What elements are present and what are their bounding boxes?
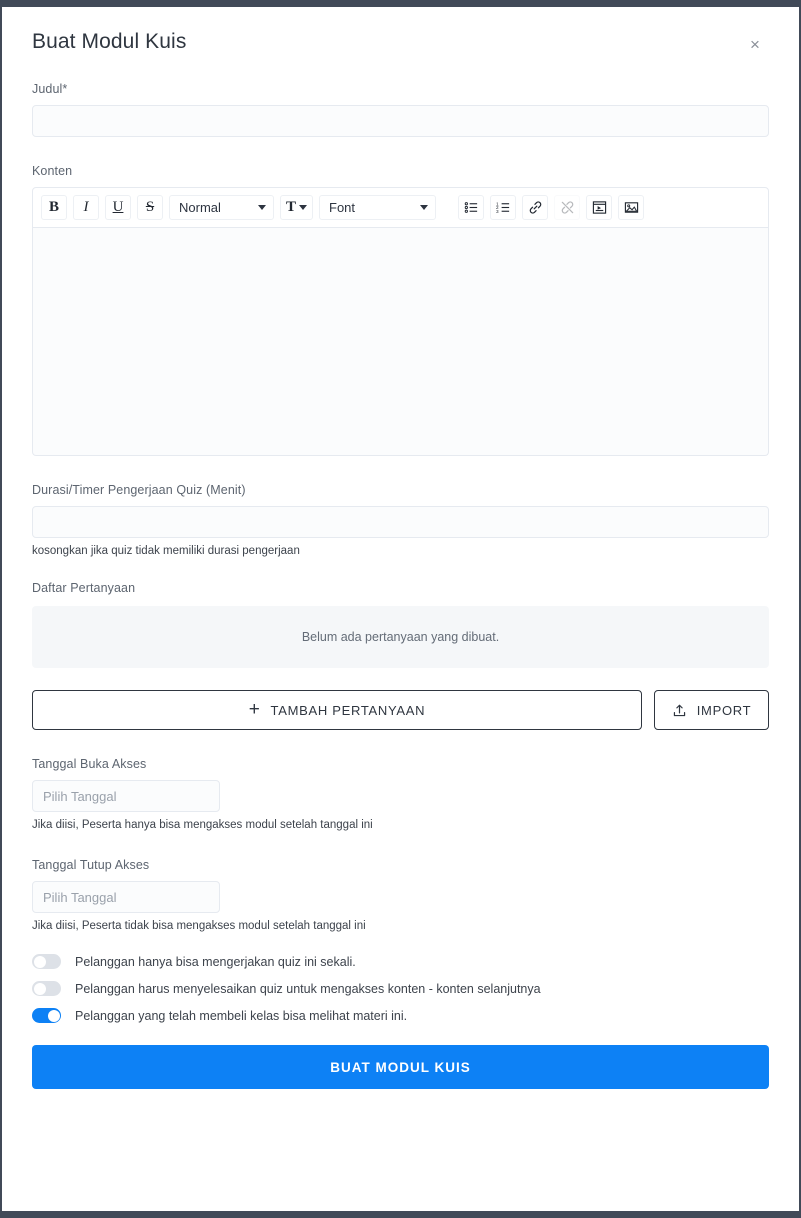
tanggal-tutup-label: Tanggal Tutup Akses bbox=[32, 858, 150, 872]
font-select-value: Font bbox=[329, 200, 356, 215]
tanggal-tutup-input[interactable] bbox=[32, 881, 220, 913]
modal-header: Buat Modul Kuis × bbox=[32, 7, 769, 55]
image-icon[interactable] bbox=[618, 195, 645, 220]
toggle-row: Pelanggan yang telah membeli kelas bisa … bbox=[32, 1008, 769, 1023]
add-question-label: TAMBAH PERTANYAAN bbox=[270, 702, 426, 718]
svg-text:3: 3 bbox=[496, 209, 499, 214]
import-button[interactable]: IMPORT bbox=[654, 690, 769, 730]
window-chrome-top bbox=[0, 0, 801, 7]
tanggal-buka-hint: Jika diisi, Peserta hanya bisa mengakses… bbox=[32, 819, 373, 831]
toggle-require-completion[interactable] bbox=[32, 981, 61, 996]
toggle-row: Pelanggan harus menyelesaikan quiz untuk… bbox=[32, 981, 769, 996]
durasi-input[interactable] bbox=[32, 506, 769, 538]
toggle-paid-access[interactable] bbox=[32, 1008, 61, 1023]
submit-button[interactable]: BUAT MODUL KUIS bbox=[32, 1045, 769, 1089]
toggle-quiz-once[interactable] bbox=[32, 954, 61, 969]
heading-select[interactable]: Normal bbox=[169, 195, 274, 220]
bold-button[interactable]: B bbox=[41, 195, 67, 220]
unlink-icon[interactable] bbox=[554, 195, 581, 220]
page-title: Buat Modul Kuis bbox=[32, 30, 187, 53]
add-question-button[interactable]: + TAMBAH PERTANYAAN bbox=[32, 690, 642, 730]
judul-label: Judul* bbox=[32, 82, 68, 96]
chevron-down-icon bbox=[258, 205, 266, 210]
close-icon[interactable]: × bbox=[744, 33, 766, 55]
strikethrough-button[interactable]: S bbox=[137, 195, 163, 220]
tanggal-tutup-hint: Jika diisi, Peserta tidak bisa mengakses… bbox=[32, 920, 366, 932]
font-select[interactable]: Font bbox=[319, 195, 437, 220]
toggle-paid-access-label: Pelanggan yang telah membeli kelas bisa … bbox=[75, 1008, 408, 1023]
toggle-knob bbox=[33, 955, 46, 968]
italic-button[interactable]: I bbox=[73, 195, 99, 220]
questions-empty-state: Belum ada pertanyaan yang dibuat. bbox=[32, 606, 769, 668]
settings-toggles: Pelanggan hanya bisa mengerjakan quiz in… bbox=[32, 954, 769, 1023]
durasi-hint: kosongkan jika quiz tidak memiliki duras… bbox=[32, 545, 300, 557]
window-chrome-bottom bbox=[0, 1211, 801, 1218]
tanggal-buka-label: Tanggal Buka Akses bbox=[32, 757, 147, 771]
heading-select-value: Normal bbox=[179, 200, 221, 215]
text-color-button[interactable]: T bbox=[280, 195, 314, 220]
questions-label: Daftar Pertanyaan bbox=[32, 581, 136, 595]
text-color-glyph: T bbox=[286, 199, 297, 215]
chevron-down-icon bbox=[420, 205, 429, 210]
editor-toolbar: B I U S Normal T Font 1 2 3 bbox=[32, 187, 769, 228]
tanggal-buka-input[interactable] bbox=[32, 780, 220, 812]
plus-icon: + bbox=[248, 698, 261, 720]
konten-label: Konten bbox=[32, 164, 73, 178]
underline-button[interactable]: U bbox=[105, 195, 131, 220]
toggle-knob bbox=[33, 982, 46, 995]
bullet-list-icon[interactable] bbox=[458, 195, 485, 220]
toggle-require-completion-label: Pelanggan harus menyelesaikan quiz untuk… bbox=[75, 981, 541, 996]
questions-actions: + TAMBAH PERTANYAAN IMPORT bbox=[32, 690, 769, 730]
create-quiz-modal: Buat Modul Kuis × Judul* Konten B I U S … bbox=[2, 7, 799, 1211]
konten-editor[interactable] bbox=[32, 228, 769, 456]
toggle-row: Pelanggan hanya bisa mengerjakan quiz in… bbox=[32, 954, 769, 969]
chevron-down-icon bbox=[299, 205, 308, 210]
durasi-label: Durasi/Timer Pengerjaan Quiz (Menit) bbox=[32, 483, 246, 497]
link-icon[interactable] bbox=[522, 195, 549, 220]
video-icon[interactable] bbox=[586, 195, 613, 220]
ordered-list-icon[interactable]: 1 2 3 bbox=[490, 195, 517, 220]
toggle-knob bbox=[47, 1009, 60, 1022]
upload-icon bbox=[672, 703, 687, 718]
import-label: IMPORT bbox=[696, 702, 752, 718]
app-viewport: Buat Modul Kuis × Judul* Konten B I U S … bbox=[0, 0, 801, 1218]
judul-input[interactable] bbox=[32, 105, 769, 137]
toggle-quiz-once-label: Pelanggan hanya bisa mengerjakan quiz in… bbox=[75, 954, 356, 969]
